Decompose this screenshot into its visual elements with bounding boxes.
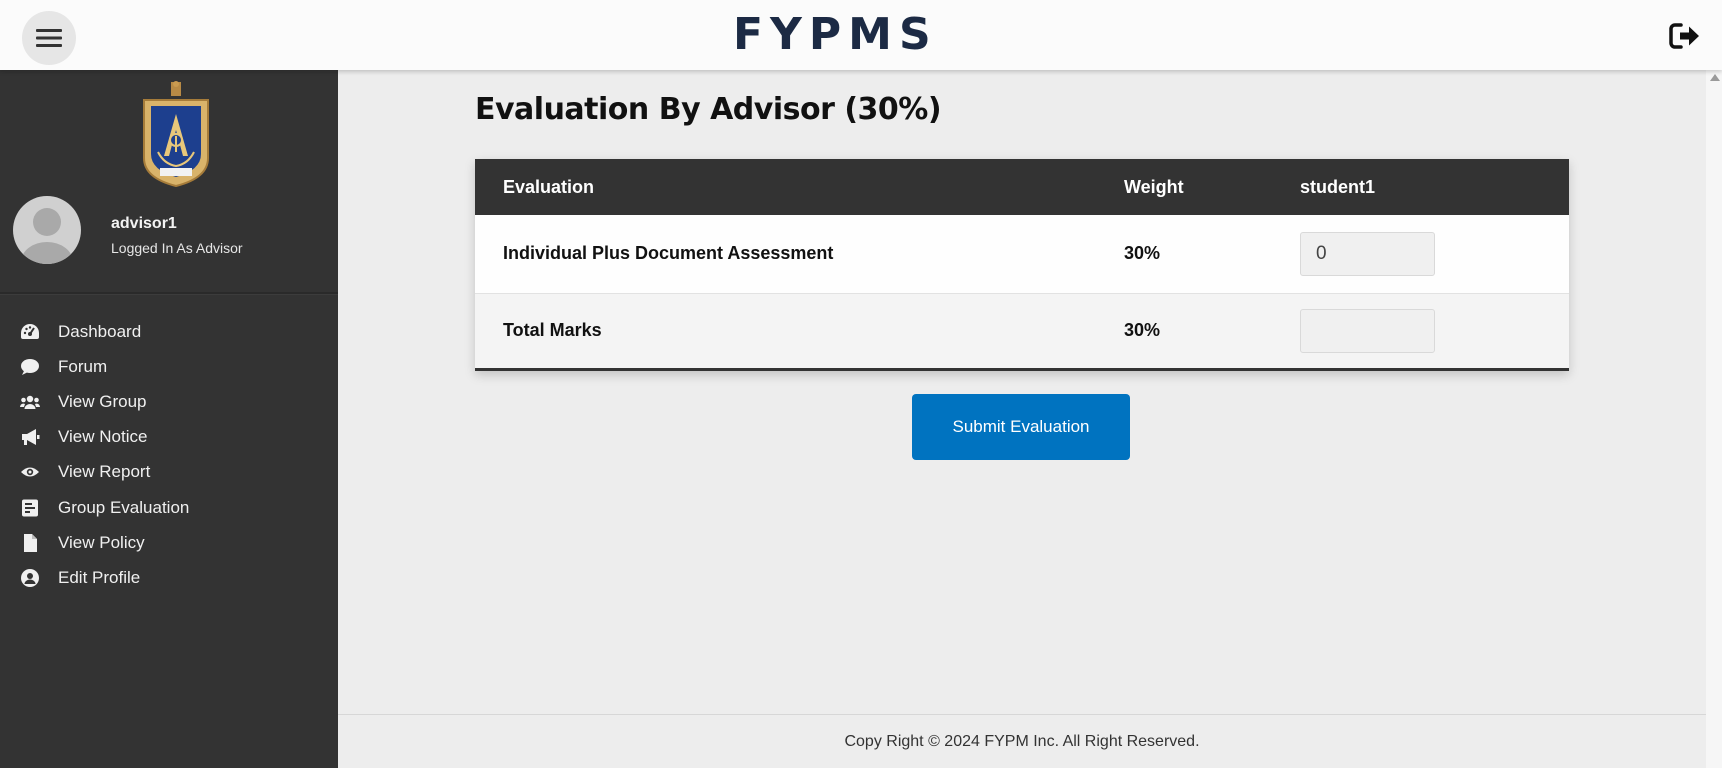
chat-icon bbox=[20, 358, 40, 376]
default-user-icon bbox=[21, 208, 73, 264]
sidebar-item-label: Dashboard bbox=[58, 321, 142, 341]
sidebar-item-label: View Notice bbox=[58, 427, 148, 447]
sidebar-item-view-report[interactable]: View Report bbox=[0, 455, 338, 490]
scroll-up-arrow-icon[interactable] bbox=[1710, 74, 1720, 81]
app-brand: FYPMS bbox=[733, 9, 938, 60]
sidebar-item-label: Forum bbox=[58, 356, 108, 376]
column-header-weight: Weight bbox=[1096, 159, 1272, 215]
vertical-scrollbar[interactable] bbox=[1706, 70, 1722, 768]
sidebar-item-label: View Policy bbox=[58, 532, 145, 552]
sidebar: advisor1 Logged In As Advisor Dashboard … bbox=[0, 70, 338, 768]
weight-cell: 30% bbox=[1096, 215, 1272, 294]
total-marks-input[interactable] bbox=[1300, 308, 1435, 353]
evaluation-cell: Individual Plus Document Assessment bbox=[475, 215, 1096, 294]
evaluation-table: Evaluation Weight student1 Individual Pl… bbox=[475, 159, 1569, 371]
sidebar-item-view-policy[interactable]: View Policy bbox=[0, 525, 338, 560]
page-title: Evaluation By Advisor (30%) bbox=[475, 92, 942, 127]
top-header: FYPMS bbox=[0, 0, 1722, 70]
user-circle-icon bbox=[20, 568, 40, 587]
megaphone-icon bbox=[20, 428, 40, 446]
table-row: Individual Plus Document Assessment 30% bbox=[475, 215, 1569, 294]
table-row: Total Marks 30% bbox=[475, 293, 1569, 369]
sidebar-item-view-group[interactable]: View Group bbox=[0, 384, 338, 419]
sidebar-item-edit-profile[interactable]: Edit Profile bbox=[0, 560, 338, 595]
copyright-text: Copy Right © 2024 FYPM Inc. All Right Re… bbox=[844, 732, 1200, 750]
sidebar-item-label: Group Evaluation bbox=[58, 497, 190, 517]
file-icon bbox=[20, 533, 40, 552]
users-icon bbox=[20, 393, 40, 411]
sidebar-item-forum[interactable]: Forum bbox=[0, 349, 338, 384]
menu-toggle-button[interactable] bbox=[22, 11, 76, 65]
marks-cell bbox=[1272, 293, 1569, 369]
user-name: advisor1 bbox=[111, 215, 177, 232]
marks-input[interactable] bbox=[1300, 231, 1435, 276]
sidebar-item-view-notice[interactable]: View Notice bbox=[0, 420, 338, 455]
sidebar-nav: Dashboard Forum View Group View Notice V… bbox=[0, 314, 338, 596]
marks-cell bbox=[1272, 215, 1569, 294]
sidebar-divider bbox=[0, 292, 338, 294]
submit-evaluation-button[interactable]: Submit Evaluation bbox=[912, 394, 1130, 460]
sidebar-item-label: View Group bbox=[58, 391, 147, 411]
column-header-evaluation: Evaluation bbox=[475, 159, 1096, 215]
university-crest-logo bbox=[142, 80, 210, 188]
sidebar-item-group-evaluation[interactable]: Group Evaluation bbox=[0, 490, 338, 525]
hamburger-icon bbox=[36, 29, 62, 47]
weight-cell: 30% bbox=[1096, 293, 1272, 369]
sidebar-item-dashboard[interactable]: Dashboard bbox=[0, 314, 338, 349]
main-content: Evaluation By Advisor (30%) Evaluation W… bbox=[338, 70, 1706, 714]
sidebar-item-label: View Report bbox=[58, 462, 151, 482]
logout-button[interactable] bbox=[1668, 20, 1702, 52]
footer: Copy Right © 2024 FYPM Inc. All Right Re… bbox=[338, 714, 1706, 768]
sidebar-item-label: Edit Profile bbox=[58, 567, 141, 587]
user-role: Logged In As Advisor bbox=[111, 240, 243, 256]
column-header-student: student1 bbox=[1272, 159, 1569, 215]
dashboard-icon bbox=[20, 323, 40, 341]
clipboard-icon bbox=[20, 499, 40, 517]
table-header-row: Evaluation Weight student1 bbox=[475, 159, 1569, 215]
sign-out-icon bbox=[1669, 23, 1699, 49]
avatar bbox=[13, 196, 81, 264]
eye-icon bbox=[20, 463, 40, 481]
evaluation-cell: Total Marks bbox=[475, 293, 1096, 369]
